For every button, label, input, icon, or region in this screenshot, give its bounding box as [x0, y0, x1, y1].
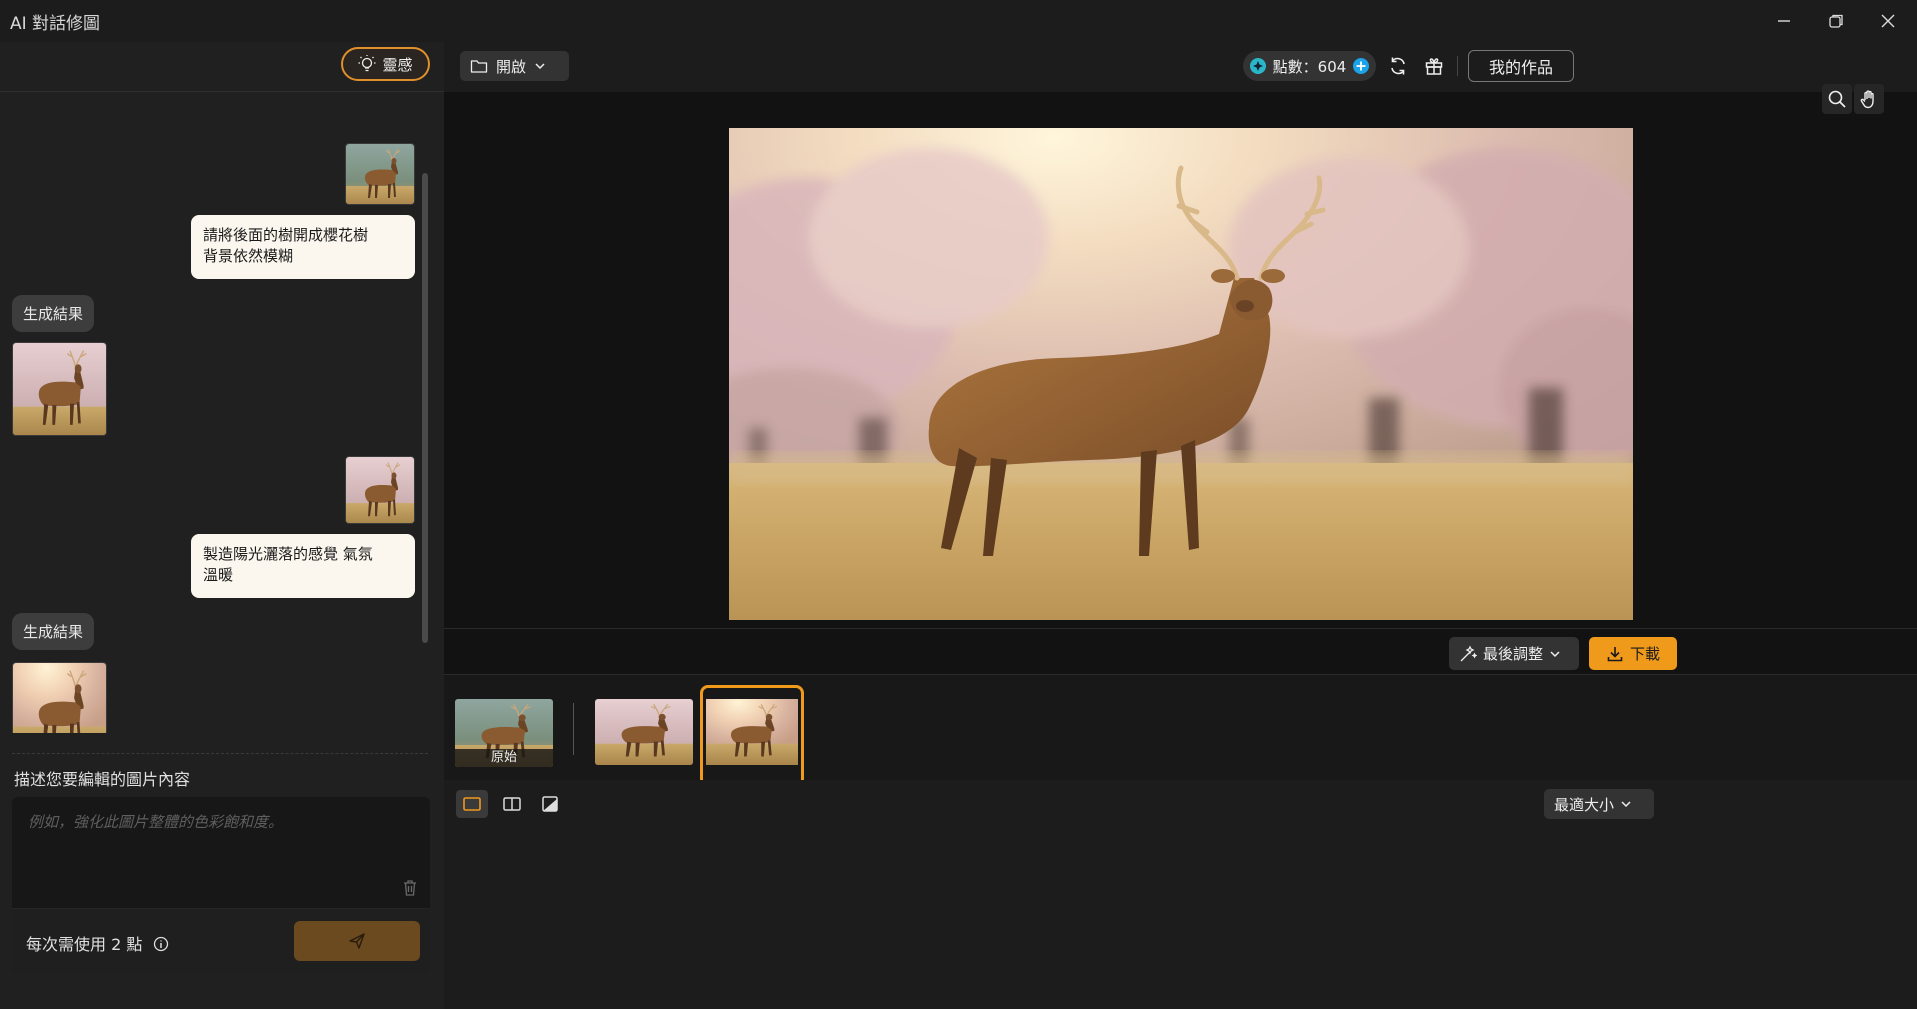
input-divider: [12, 753, 428, 754]
editor-area: 開啟 點數：604 我的作品 最後調整 下載 原始 最適大小: [444, 42, 1917, 1009]
split-view-icon: [503, 797, 521, 811]
chat-scrollbar[interactable]: [422, 173, 428, 643]
chevron-down-icon: [1621, 801, 1631, 808]
result-image-thumbnail[interactable]: [12, 662, 107, 733]
deer-image: [346, 144, 414, 204]
chevron-down-icon: [535, 63, 545, 70]
minimize-icon: [1778, 20, 1790, 22]
close-icon: [1881, 14, 1895, 28]
toolbar-separator: [1457, 56, 1458, 76]
inspiration-button[interactable]: 靈感: [341, 47, 430, 81]
user-message: 請將後面的樹開成櫻花樹 背景依然模糊: [191, 215, 415, 279]
points-text: 點數：604: [1272, 57, 1347, 76]
user-image-thumbnail[interactable]: [345, 143, 415, 205]
original-label: 原始: [455, 749, 553, 767]
canvas-separator: [444, 628, 1917, 629]
close-button[interactable]: [1866, 6, 1910, 36]
trash-icon: [404, 880, 416, 896]
compare-view-button[interactable]: [496, 790, 528, 818]
fit-size-button[interactable]: 最適大小: [1544, 789, 1654, 819]
download-button[interactable]: 下載: [1589, 637, 1677, 670]
main-image-preview[interactable]: [729, 128, 1633, 620]
minimize-button[interactable]: [1762, 6, 1806, 36]
download-icon: [1607, 646, 1623, 661]
result-tag: 生成結果: [12, 613, 95, 650]
user-message-text: 請將後面的樹開成櫻花樹 背景依然模糊: [203, 226, 369, 265]
fit-size-label: 最適大小: [1554, 795, 1615, 814]
deer-cherry-image: [13, 343, 106, 435]
search-icon: [1828, 90, 1846, 108]
gift-icon: [1425, 58, 1443, 75]
zoom-tool-button[interactable]: [1822, 84, 1852, 114]
clear-button[interactable]: [402, 879, 418, 901]
filmstrip-separator: [573, 703, 574, 755]
final-adjust-button[interactable]: 最後調整: [1449, 637, 1579, 670]
points-logo-icon: [1250, 58, 1266, 74]
single-view-button[interactable]: [456, 790, 488, 818]
refresh-button[interactable]: [1384, 52, 1412, 80]
download-label: 下載: [1629, 645, 1660, 663]
cost-info: 每次需使用 2 點: [26, 931, 169, 955]
filmstrip-item-selected[interactable]: [700, 685, 804, 787]
user-message-text: 製造陽光灑落的感覺 氣氛 溫暖: [203, 545, 373, 584]
version-filmstrip: 原始: [444, 674, 1917, 787]
cost-text: 每次需使用 2 點: [26, 935, 143, 954]
single-view-icon: [463, 797, 481, 811]
filmstrip-item-original[interactable]: 原始: [455, 699, 553, 767]
deer-sunlight-large-image: [729, 128, 1633, 620]
chat-topbar: 靈感: [0, 42, 444, 92]
magic-wand-icon: [1460, 645, 1477, 661]
send-icon: [349, 933, 365, 949]
send-button[interactable]: [294, 921, 420, 961]
user-image-thumbnail[interactable]: [345, 456, 415, 524]
open-label: 開啟: [496, 57, 527, 76]
window-title: AI 對話修圖: [10, 14, 101, 34]
chevron-down-icon: [1550, 650, 1560, 657]
deer-sunlight-image: [706, 699, 798, 765]
hand-icon: [1860, 90, 1874, 109]
prompt-box: 每次需使用 2 點: [12, 797, 430, 973]
points-badge[interactable]: 點數：604: [1243, 51, 1376, 81]
overlay-view-icon: [542, 796, 558, 812]
prompt-input[interactable]: [12, 797, 430, 917]
result-image-thumbnail[interactable]: [12, 342, 107, 436]
inspiration-label: 靈感: [382, 55, 413, 74]
overlay-view-button[interactable]: [534, 790, 566, 818]
folder-icon: [470, 60, 488, 73]
bottom-toolbar: 最適大小: [444, 780, 1917, 1009]
final-adjust-label: 最後調整: [1483, 645, 1544, 663]
deer-cherry-image: [595, 699, 693, 765]
restore-button[interactable]: [1814, 6, 1858, 36]
lightbulb-icon: [358, 55, 376, 72]
gift-button[interactable]: [1420, 52, 1448, 80]
cost-row: 每次需使用 2 點: [12, 908, 430, 973]
title-bar: AI 對話修圖: [0, 0, 1917, 42]
my-works-button[interactable]: 我的作品: [1468, 50, 1574, 82]
deer-cherry-image: [346, 457, 414, 523]
filmstrip-item[interactable]: [595, 699, 693, 765]
chat-panel: 靈感 請將後面的樹開成櫻花樹 背景依然模糊 生成結果 製造陽光灑落的感覺 氣氛 …: [0, 42, 444, 1009]
info-icon[interactable]: [153, 936, 169, 952]
result-tag: 生成結果: [12, 295, 95, 332]
pan-tool-button[interactable]: [1854, 84, 1884, 114]
deer-sunlight-image: [13, 663, 106, 733]
chat-history: 請將後面的樹開成櫻花樹 背景依然模糊 生成結果 製造陽光灑落的感覺 氣氛 溫暖 …: [0, 93, 432, 733]
restore-icon: [1829, 14, 1843, 28]
top-toolbar: 開啟 點數：604 我的作品: [444, 42, 1917, 114]
description-label: 描述您要編輯的圖片內容: [14, 770, 191, 789]
refresh-icon: [1391, 57, 1405, 75]
open-button[interactable]: 開啟: [460, 51, 569, 81]
add-points-icon[interactable]: [1352, 57, 1370, 75]
user-message: 製造陽光灑落的感覺 氣氛 溫暖: [191, 534, 415, 598]
